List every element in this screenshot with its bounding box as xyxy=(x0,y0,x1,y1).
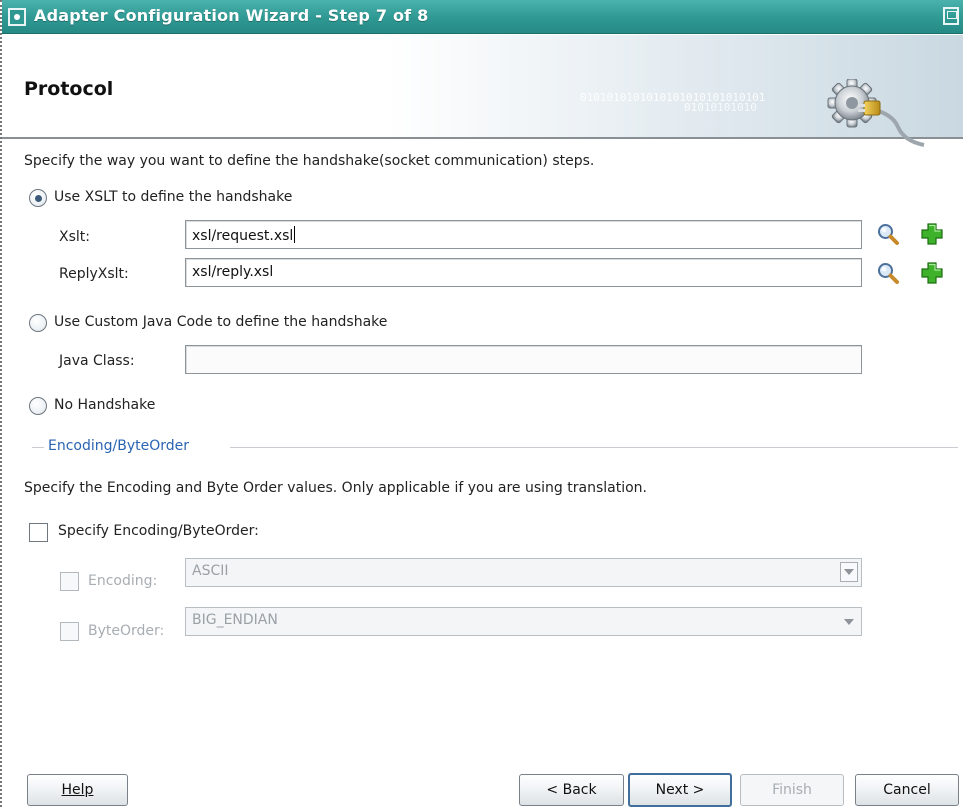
specify-encoding-label[interactable]: Specify Encoding/ByteOrder: xyxy=(58,523,259,539)
specify-encoding-checkbox[interactable] xyxy=(29,523,48,542)
reply-xslt-input-value: xsl/reply.xsl xyxy=(192,264,274,280)
reply-xslt-browse-magnifier-icon[interactable] xyxy=(876,261,900,285)
wizard-header: Protocol 0101010101010101010101010101 01… xyxy=(2,35,963,147)
reply-xslt-add-plus-icon[interactable] xyxy=(920,261,944,285)
finish-button[interactable]: Finish xyxy=(740,774,844,806)
encoding-section-legend: Encoding/ByteOrder xyxy=(48,438,190,454)
section-divider-right xyxy=(230,447,958,448)
no-handshake-radio-label[interactable]: No Handshake xyxy=(54,397,155,413)
back-button[interactable]: < Back xyxy=(519,774,624,806)
section-divider-left xyxy=(32,447,44,448)
gear-plug-icon xyxy=(827,79,925,147)
help-button[interactable]: Help xyxy=(27,774,128,806)
binary-decoration-2: 01010101010 xyxy=(684,101,757,114)
reply-xslt-label: ReplyXslt: xyxy=(59,266,129,282)
java-radio-label[interactable]: Use Custom Java Code to define the hands… xyxy=(54,314,387,330)
finish-button-label: Finish xyxy=(772,782,812,798)
xslt-input[interactable]: xsl/request.xsl xyxy=(185,220,862,249)
cancel-button-label: Cancel xyxy=(883,782,931,798)
cancel-button[interactable]: Cancel xyxy=(855,774,959,806)
encoding-checkbox[interactable] xyxy=(60,572,79,591)
no-handshake-radio[interactable] xyxy=(29,397,47,415)
encoding-select-value: ASCII xyxy=(192,563,229,579)
xslt-browse-magnifier-icon[interactable] xyxy=(876,222,900,246)
handshake-description: Specify the way you want to define the h… xyxy=(24,153,595,169)
reply-xslt-input[interactable]: xsl/reply.xsl xyxy=(185,258,862,287)
byteorder-select-value: BIG_ENDIAN xyxy=(192,612,278,628)
dock-icon[interactable] xyxy=(943,7,959,25)
byteorder-checkbox[interactable] xyxy=(60,622,79,641)
chevron-down-icon[interactable] xyxy=(839,611,859,632)
encoding-select[interactable]: ASCII xyxy=(185,558,862,587)
byteorder-label: ByteOrder: xyxy=(88,623,165,639)
xslt-radio-label[interactable]: Use XSLT to define the handshake xyxy=(54,189,292,205)
encoding-label: Encoding: xyxy=(88,573,158,589)
window-menu-icon[interactable] xyxy=(8,8,26,26)
java-radio[interactable] xyxy=(29,314,47,332)
java-class-label: Java Class: xyxy=(59,353,135,369)
java-class-input[interactable] xyxy=(185,345,862,374)
xslt-input-value: xsl/request.xsl xyxy=(192,228,294,244)
window-title: Adapter Configuration Wizard - Step 7 of… xyxy=(34,6,429,25)
back-button-label: < Back xyxy=(546,782,597,798)
xslt-radio[interactable] xyxy=(29,189,47,207)
help-button-label: Help xyxy=(61,782,94,798)
xslt-label: Xslt: xyxy=(59,229,90,245)
xslt-add-plus-icon[interactable] xyxy=(920,222,944,246)
next-button-label: Next > xyxy=(655,782,705,798)
chevron-down-icon[interactable] xyxy=(840,562,858,582)
next-button[interactable]: Next > xyxy=(628,773,732,807)
wizard-window: Adapter Configuration Wizard - Step 7 of… xyxy=(0,0,963,807)
title-bar[interactable]: Adapter Configuration Wizard - Step 7 of… xyxy=(2,0,963,34)
encoding-description: Specify the Encoding and Byte Order valu… xyxy=(24,480,647,496)
page-title: Protocol xyxy=(24,78,114,100)
byteorder-select[interactable]: BIG_ENDIAN xyxy=(185,607,862,636)
